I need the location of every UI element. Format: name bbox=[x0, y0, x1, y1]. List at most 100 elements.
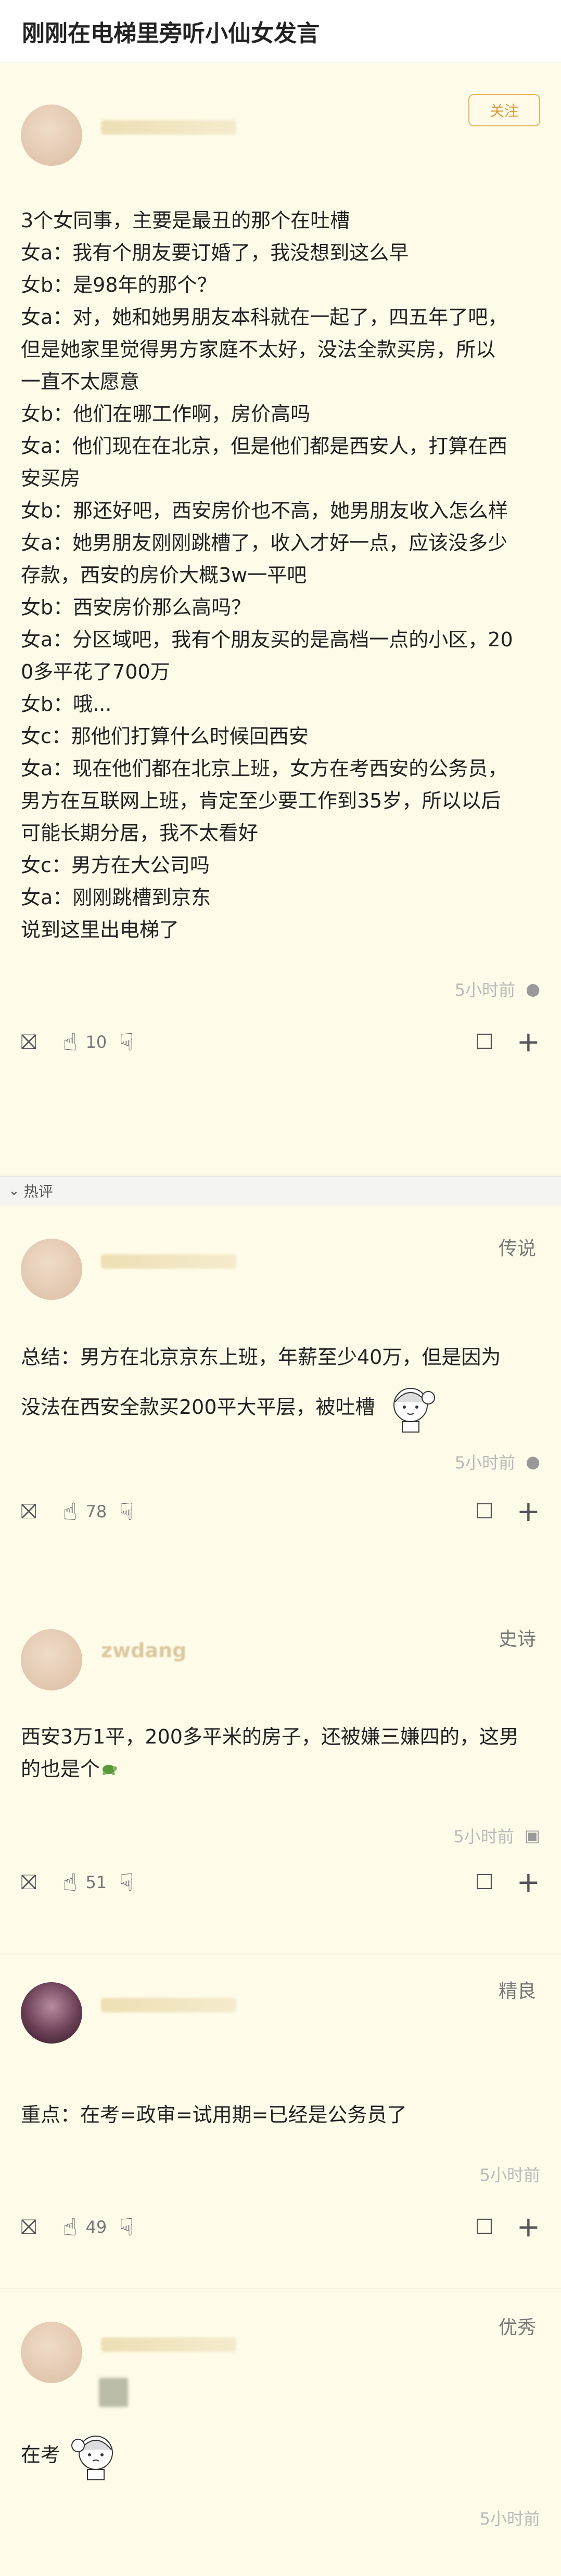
comment-body: 在考 bbox=[0, 2428, 561, 2482]
plus-icon[interactable]: + bbox=[517, 2213, 540, 2241]
comment-time: 5小时前 bbox=[479, 2509, 540, 2529]
post-line: 女a：现在他们都在北京上班，女方在考西安的公务员， bbox=[21, 757, 508, 780]
comment-line: 西安3万1平，200多平米的房子，还被嫌三嫌四的，这男 bbox=[21, 1725, 519, 1748]
post-line: 女a：我有个朋友要订婚了，我没想到这么早 bbox=[21, 241, 409, 264]
post-line: 女a：对，她和她男朋友本科就在一起了，四五年了吧， bbox=[21, 306, 508, 329]
gift-icon[interactable]: ⛝ bbox=[21, 1870, 36, 1894]
comment-body: 西安3万1平，200多平米的房子，还被嫌三嫌四的，这男 的也是个 bbox=[0, 1721, 561, 1785]
thumbs-up-icon[interactable]: ☝ bbox=[62, 2213, 77, 2241]
title-bar: 刚刚在电梯里旁听小仙女发言 bbox=[0, 0, 561, 63]
android-icon: ▣ bbox=[524, 1826, 540, 1845]
thumbs-up-icon[interactable]: ☝ bbox=[62, 1868, 77, 1896]
username-blurred[interactable] bbox=[101, 1998, 236, 2012]
avatar[interactable] bbox=[21, 1239, 82, 1300]
like-count: 78 bbox=[85, 1502, 107, 1521]
post-meta: 5小时前 ● bbox=[0, 977, 561, 1001]
cartoon-girl-sticker-icon bbox=[393, 1388, 435, 1433]
gift-icon[interactable]: ⛝ bbox=[21, 1030, 36, 1054]
post-line: 可能长期分居，我不太看好 bbox=[21, 822, 259, 844]
plus-icon[interactable]: + bbox=[517, 1868, 540, 1896]
page-title: 刚刚在电梯里旁听小仙女发言 bbox=[22, 20, 320, 47]
rank-badge: 优秀 bbox=[498, 2317, 536, 2338]
comment-actions: ⛝ ☝ 51 ☟ ☐ + bbox=[0, 1859, 561, 1906]
rank-badge: 精良 bbox=[498, 1981, 536, 2002]
thumbs-up-icon[interactable]: ☝ bbox=[62, 1028, 77, 1056]
post-line: 女a：他们现在在北京，但是他们都是西安人，打算在西 bbox=[21, 435, 508, 458]
thumbs-down-icon[interactable]: ☟ bbox=[119, 2213, 134, 2241]
comment-actions: ⛝ ☝ 49 ☟ ☐ + bbox=[0, 2204, 561, 2250]
comment-line: 总结：男方在北京京东上班，年薪至少40万，但是因为 bbox=[21, 1346, 501, 1369]
post-line: 女a：刚刚跳槽到京东 bbox=[21, 886, 211, 909]
post-line: 3个女同事，主要是最丑的那个在吐槽 bbox=[21, 209, 350, 232]
comment-header: zwdang bbox=[0, 1606, 561, 1690]
hot-comments-label: 热评 bbox=[23, 1183, 53, 1200]
like-count: 49 bbox=[85, 2217, 107, 2237]
avatar[interactable] bbox=[21, 105, 82, 166]
blurred-image[interactable] bbox=[99, 2378, 128, 2407]
comment-card: 传说 总结：男方在北京京东上班，年薪至少40万，但是因为 没法在西安全款买200… bbox=[0, 1205, 561, 1606]
comment-icon[interactable]: ☐ bbox=[475, 1500, 494, 1524]
post-line: 但是她家里觉得男方家庭不太好，没法全款买房，所以 bbox=[21, 338, 496, 361]
post-line: 女a：她男朋友刚刚跳槽了，收入才好一点，应该没多少 bbox=[21, 531, 508, 554]
post-line: 女b：他们在哪工作啊，房价高吗 bbox=[21, 402, 311, 425]
post-line: 女a：分区域吧，我有个朋友买的是高档一点的小区，20 bbox=[21, 628, 513, 651]
original-post: 关注 3个女同事，主要是最丑的那个在吐槽 女a：我有个朋友要订婚了，我没想到这么… bbox=[0, 63, 561, 1176]
comment-body: 总结：男方在北京京东上班，年薪至少40万，但是因为 没法在西安全款买200平大平… bbox=[0, 1334, 561, 1434]
comment-line: 没法在西安全款买200平大平层，被吐槽 bbox=[21, 1396, 375, 1419]
rank-badge: 史诗 bbox=[498, 1629, 536, 1650]
comment-body: 重点：在考=政审=试用期=已经是公务员了 bbox=[0, 2099, 561, 2131]
username-blurred[interactable] bbox=[101, 120, 236, 135]
comment-line: 重点：在考=政审=试用期=已经是公务员了 bbox=[21, 2103, 407, 2126]
comment-header bbox=[0, 2288, 561, 2383]
gift-icon[interactable]: ⛝ bbox=[21, 2215, 36, 2239]
thumbs-down-icon[interactable]: ☟ bbox=[119, 1498, 134, 1526]
like-count: 51 bbox=[85, 1872, 107, 1892]
post-line: 女b：那还好吧，西安房价也不高，她男朋友收入怎么样 bbox=[21, 499, 508, 522]
username-blurred[interactable] bbox=[101, 2337, 236, 2352]
avatar[interactable] bbox=[21, 1982, 82, 2044]
comment-actions: ⛝ ☝ 78 ☟ ☐ + bbox=[0, 1488, 561, 1535]
comment-header bbox=[0, 1955, 561, 2044]
avatar[interactable] bbox=[21, 1629, 82, 1690]
plus-icon[interactable]: + bbox=[517, 1498, 540, 1526]
comment-card: 精良 重点：在考=政审=试用期=已经是公务员了 5小时前 ⛝ ☝ 49 ☟ ☐ … bbox=[0, 1955, 561, 2288]
plus-icon[interactable]: + bbox=[517, 1028, 540, 1056]
comment-line: 在考 bbox=[21, 2443, 61, 2466]
thumbs-down-icon[interactable]: ☟ bbox=[119, 1868, 134, 1896]
thumbs-up-icon[interactable]: ☝ bbox=[62, 1498, 77, 1526]
comment-time: 5小时前 bbox=[479, 2165, 540, 2185]
rank-badge: 传说 bbox=[498, 1238, 536, 1259]
chevron-down-icon: ⌄ bbox=[8, 1183, 20, 1199]
post-line: 一直不太愿意 bbox=[21, 370, 140, 393]
comment-icon[interactable]: ☐ bbox=[475, 1870, 494, 1894]
post-line: 存款，西安的房价大概3w一平吧 bbox=[21, 564, 307, 587]
comment-icon[interactable]: ☐ bbox=[475, 2215, 494, 2239]
comment-card: zwdang 史诗 西安3万1平，200多平米的房子，还被嫌三嫌四的，这男 的也… bbox=[0, 1606, 561, 1955]
comment-meta: 5小时前 bbox=[0, 2506, 561, 2530]
follow-button[interactable]: 关注 bbox=[468, 94, 540, 126]
comment-meta: 5小时前 bbox=[0, 2162, 561, 2186]
gift-icon[interactable]: ⛝ bbox=[21, 1500, 36, 1524]
username-blurred[interactable] bbox=[101, 1254, 236, 1269]
post-line: 安买房 bbox=[21, 467, 81, 490]
post-line: 女c：男方在大公司吗 bbox=[21, 854, 210, 877]
comment-icon[interactable]: ☐ bbox=[475, 1030, 494, 1054]
post-line: 女b：哦... bbox=[21, 693, 112, 715]
post-line: 女c：那他们打算什么时候回西安 bbox=[21, 725, 309, 748]
comment-card: 优秀 在考 5小时前 bbox=[0, 2288, 561, 2576]
comment-meta: 5小时前 ▣ bbox=[0, 1824, 561, 1848]
post-actions: ⛝ ☝ 10 ☟ ☐ + bbox=[0, 1019, 561, 1065]
username[interactable]: zwdang bbox=[101, 1639, 186, 1662]
comment-time: 5小时前 bbox=[453, 1827, 514, 1846]
thumbs-down-icon[interactable]: ☟ bbox=[119, 1028, 134, 1056]
comment-meta: 5小时前 ● bbox=[0, 1450, 561, 1474]
cartoon-girl-sticker-icon bbox=[71, 2436, 113, 2480]
post-time: 5小时前 bbox=[454, 980, 516, 1000]
comment-line: 的也是个 bbox=[21, 1758, 100, 1780]
avatar[interactable] bbox=[21, 2322, 82, 2383]
turtle-emoji-icon bbox=[103, 1765, 118, 1775]
post-line: 说到这里出电梯了 bbox=[21, 918, 180, 941]
comment-header bbox=[0, 1205, 561, 1300]
like-count: 10 bbox=[85, 1032, 107, 1052]
hot-comments-header[interactable]: ⌄ 热评 bbox=[0, 1176, 561, 1205]
